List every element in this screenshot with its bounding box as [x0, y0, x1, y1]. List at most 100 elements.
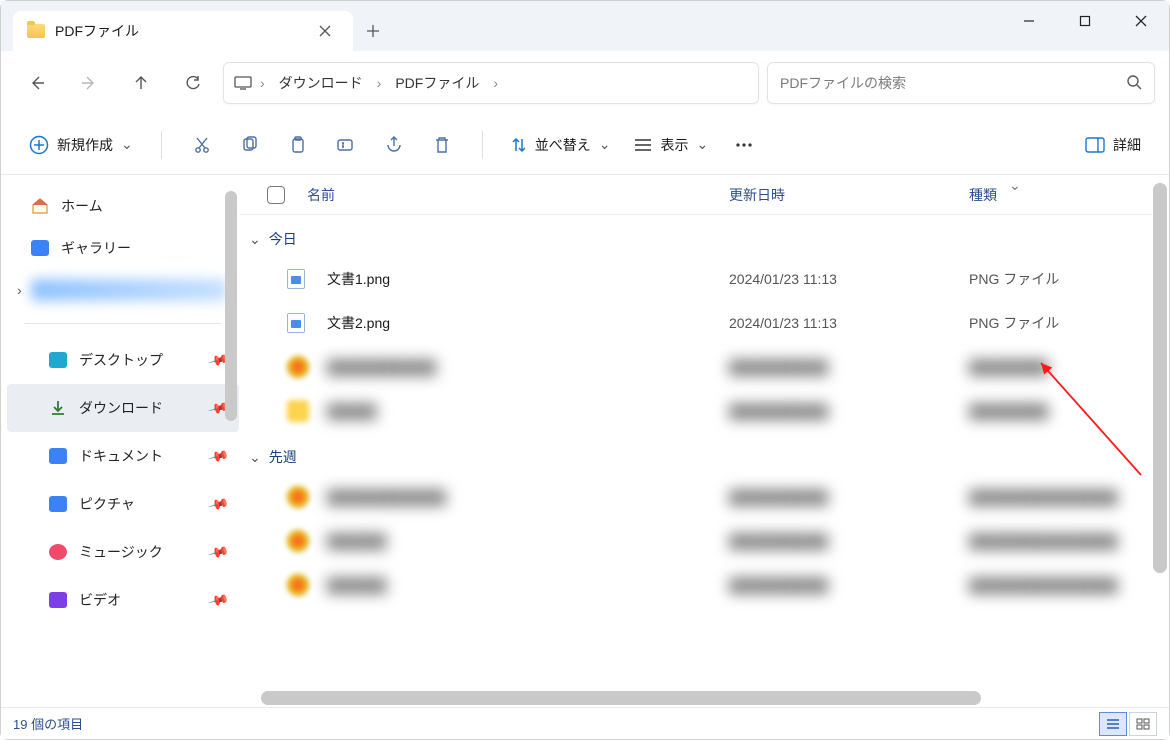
gallery-icon	[31, 240, 49, 256]
details-label: 詳細	[1113, 135, 1141, 155]
folder-icon	[27, 24, 45, 38]
column-date[interactable]: 更新日時	[729, 185, 969, 205]
divider	[25, 323, 221, 324]
delete-button[interactable]	[420, 125, 464, 165]
sidebar-item-documents[interactable]: ドキュメント 📌	[7, 432, 239, 480]
chevron-right-icon[interactable]: ›	[491, 75, 500, 91]
search-icon	[1126, 74, 1142, 93]
file-row[interactable]: 文書2.png 2024/01/23 11:13 PNG ファイル	[239, 301, 1169, 345]
cut-button[interactable]	[180, 125, 224, 165]
main-area: ホーム ギャラリー › デスクトップ 📌 ダウンロード 📌 ドキュメント 📌	[1, 175, 1169, 709]
sidebar: ホーム ギャラリー › デスクトップ 📌 ダウンロード 📌 ドキュメント 📌	[1, 175, 239, 709]
details-view-button[interactable]	[1099, 712, 1127, 736]
chevron-right-icon[interactable]: ›	[17, 282, 22, 298]
address-bar[interactable]: › ダウンロード › PDFファイル ›	[223, 62, 759, 104]
separator	[482, 131, 483, 159]
column-name[interactable]: 名前	[307, 185, 729, 205]
column-type[interactable]: ⌄ 種類	[969, 185, 1169, 205]
refresh-button[interactable]	[171, 63, 215, 103]
search-placeholder: PDFファイルの検索	[780, 73, 906, 93]
sidebar-item-hidden[interactable]: ›	[7, 269, 239, 311]
sidebar-label: ミュージック	[79, 542, 163, 562]
new-button[interactable]: 新規作成 ⌄	[19, 129, 143, 161]
file-name: 文書2.png	[327, 313, 729, 333]
desktop-icon	[49, 352, 67, 368]
pin-icon: 📌	[206, 540, 230, 563]
view-mode-toggle	[1099, 712, 1157, 736]
document-icon	[49, 448, 67, 464]
close-tab-button[interactable]	[311, 17, 339, 45]
sidebar-item-desktop[interactable]: デスクトップ 📌	[7, 336, 239, 384]
group-today[interactable]: ⌄ 今日	[239, 221, 1169, 257]
chevron-down-icon: ⌄	[249, 231, 261, 248]
view-button[interactable]: 表示 ⌄	[624, 129, 718, 161]
sort-label: 並べ替え	[535, 135, 591, 155]
copy-button[interactable]	[228, 125, 272, 165]
sidebar-item-downloads[interactable]: ダウンロード 📌	[7, 384, 239, 432]
chevron-right-icon[interactable]: ›	[258, 75, 267, 91]
breadcrumb-current[interactable]: PDFファイル	[389, 69, 485, 97]
file-row-redacted[interactable]: █████████████████████████████████████	[239, 475, 1169, 519]
up-button[interactable]	[119, 63, 163, 103]
active-tab[interactable]: PDFファイル	[13, 11, 353, 51]
maximize-button[interactable]	[1057, 1, 1113, 41]
details-pane-button[interactable]: 詳細	[1075, 129, 1151, 161]
status-bar: 19 個の項目	[1, 707, 1169, 739]
chevron-right-icon[interactable]: ›	[375, 75, 384, 91]
sidebar-label: ダウンロード	[79, 398, 163, 418]
home-icon	[31, 197, 49, 215]
chevron-down-icon: ⌄	[599, 136, 611, 153]
group-lastweek[interactable]: ⌄ 先週	[239, 439, 1169, 475]
sidebar-label: ホーム	[61, 196, 103, 216]
toolbar: 新規作成 ⌄ 並べ替え ⌄ 表示 ⌄ 詳細	[1, 115, 1169, 175]
sidebar-scrollbar[interactable]	[225, 191, 237, 421]
file-list: 名前 更新日時 ⌄ 種類 ⌄ 今日 文書1.png 2024/01/23 11:…	[239, 175, 1169, 709]
title-bar: PDFファイル	[1, 1, 1169, 51]
redacted-item	[31, 279, 227, 301]
pictures-icon	[49, 496, 67, 512]
minimize-button[interactable]	[1001, 1, 1057, 41]
select-all-checkbox[interactable]	[267, 186, 307, 204]
pin-icon: 📌	[206, 444, 230, 467]
file-type: PNG ファイル	[969, 313, 1169, 333]
breadcrumb-downloads[interactable]: ダウンロード	[273, 69, 369, 97]
file-row[interactable]: 文書1.png 2024/01/23 11:13 PNG ファイル	[239, 257, 1169, 301]
search-box[interactable]: PDFファイルの検索	[767, 62, 1155, 104]
file-row-redacted[interactable]: ███████████████████████████████	[239, 563, 1169, 607]
sidebar-item-videos[interactable]: ビデオ 📌	[7, 576, 239, 624]
chevron-down-icon: ⌄	[1009, 177, 1021, 194]
horizontal-scrollbar[interactable]	[261, 691, 981, 705]
view-label: 表示	[660, 135, 688, 155]
file-date: 2024/01/23 11:13	[729, 271, 969, 287]
file-name: 文書1.png	[327, 269, 729, 289]
file-row-redacted[interactable]: ███████████████████████████████	[239, 519, 1169, 563]
window-controls	[1001, 1, 1169, 41]
share-button[interactable]	[372, 125, 416, 165]
sidebar-label: デスクトップ	[79, 350, 163, 370]
file-row-redacted[interactable]: ███████████████████████	[239, 389, 1169, 433]
sidebar-item-gallery[interactable]: ギャラリー	[7, 227, 239, 269]
sidebar-item-home[interactable]: ホーム	[7, 185, 239, 227]
sidebar-label: ドキュメント	[79, 446, 163, 466]
column-headers: 名前 更新日時 ⌄ 種類	[239, 175, 1169, 215]
download-icon	[49, 399, 67, 417]
close-window-button[interactable]	[1113, 1, 1169, 41]
sidebar-item-music[interactable]: ミュージック 📌	[7, 528, 239, 576]
video-icon	[49, 592, 67, 608]
vertical-scrollbar[interactable]	[1153, 183, 1167, 573]
icons-view-button[interactable]	[1129, 712, 1157, 736]
back-button[interactable]	[15, 63, 59, 103]
forward-button[interactable]	[67, 63, 111, 103]
new-tab-button[interactable]	[353, 11, 393, 51]
paste-button[interactable]	[276, 125, 320, 165]
file-icon	[287, 313, 327, 333]
more-button[interactable]	[722, 125, 766, 165]
pin-icon: 📌	[206, 588, 230, 611]
sidebar-item-pictures[interactable]: ピクチャ 📌	[7, 480, 239, 528]
pin-icon: 📌	[206, 492, 230, 515]
new-label: 新規作成	[57, 135, 113, 155]
file-row-redacted[interactable]: █████████████████████████████	[239, 345, 1169, 389]
sort-button[interactable]: 並べ替え ⌄	[501, 129, 621, 161]
sidebar-label: ビデオ	[79, 590, 121, 610]
rename-button[interactable]	[324, 125, 368, 165]
